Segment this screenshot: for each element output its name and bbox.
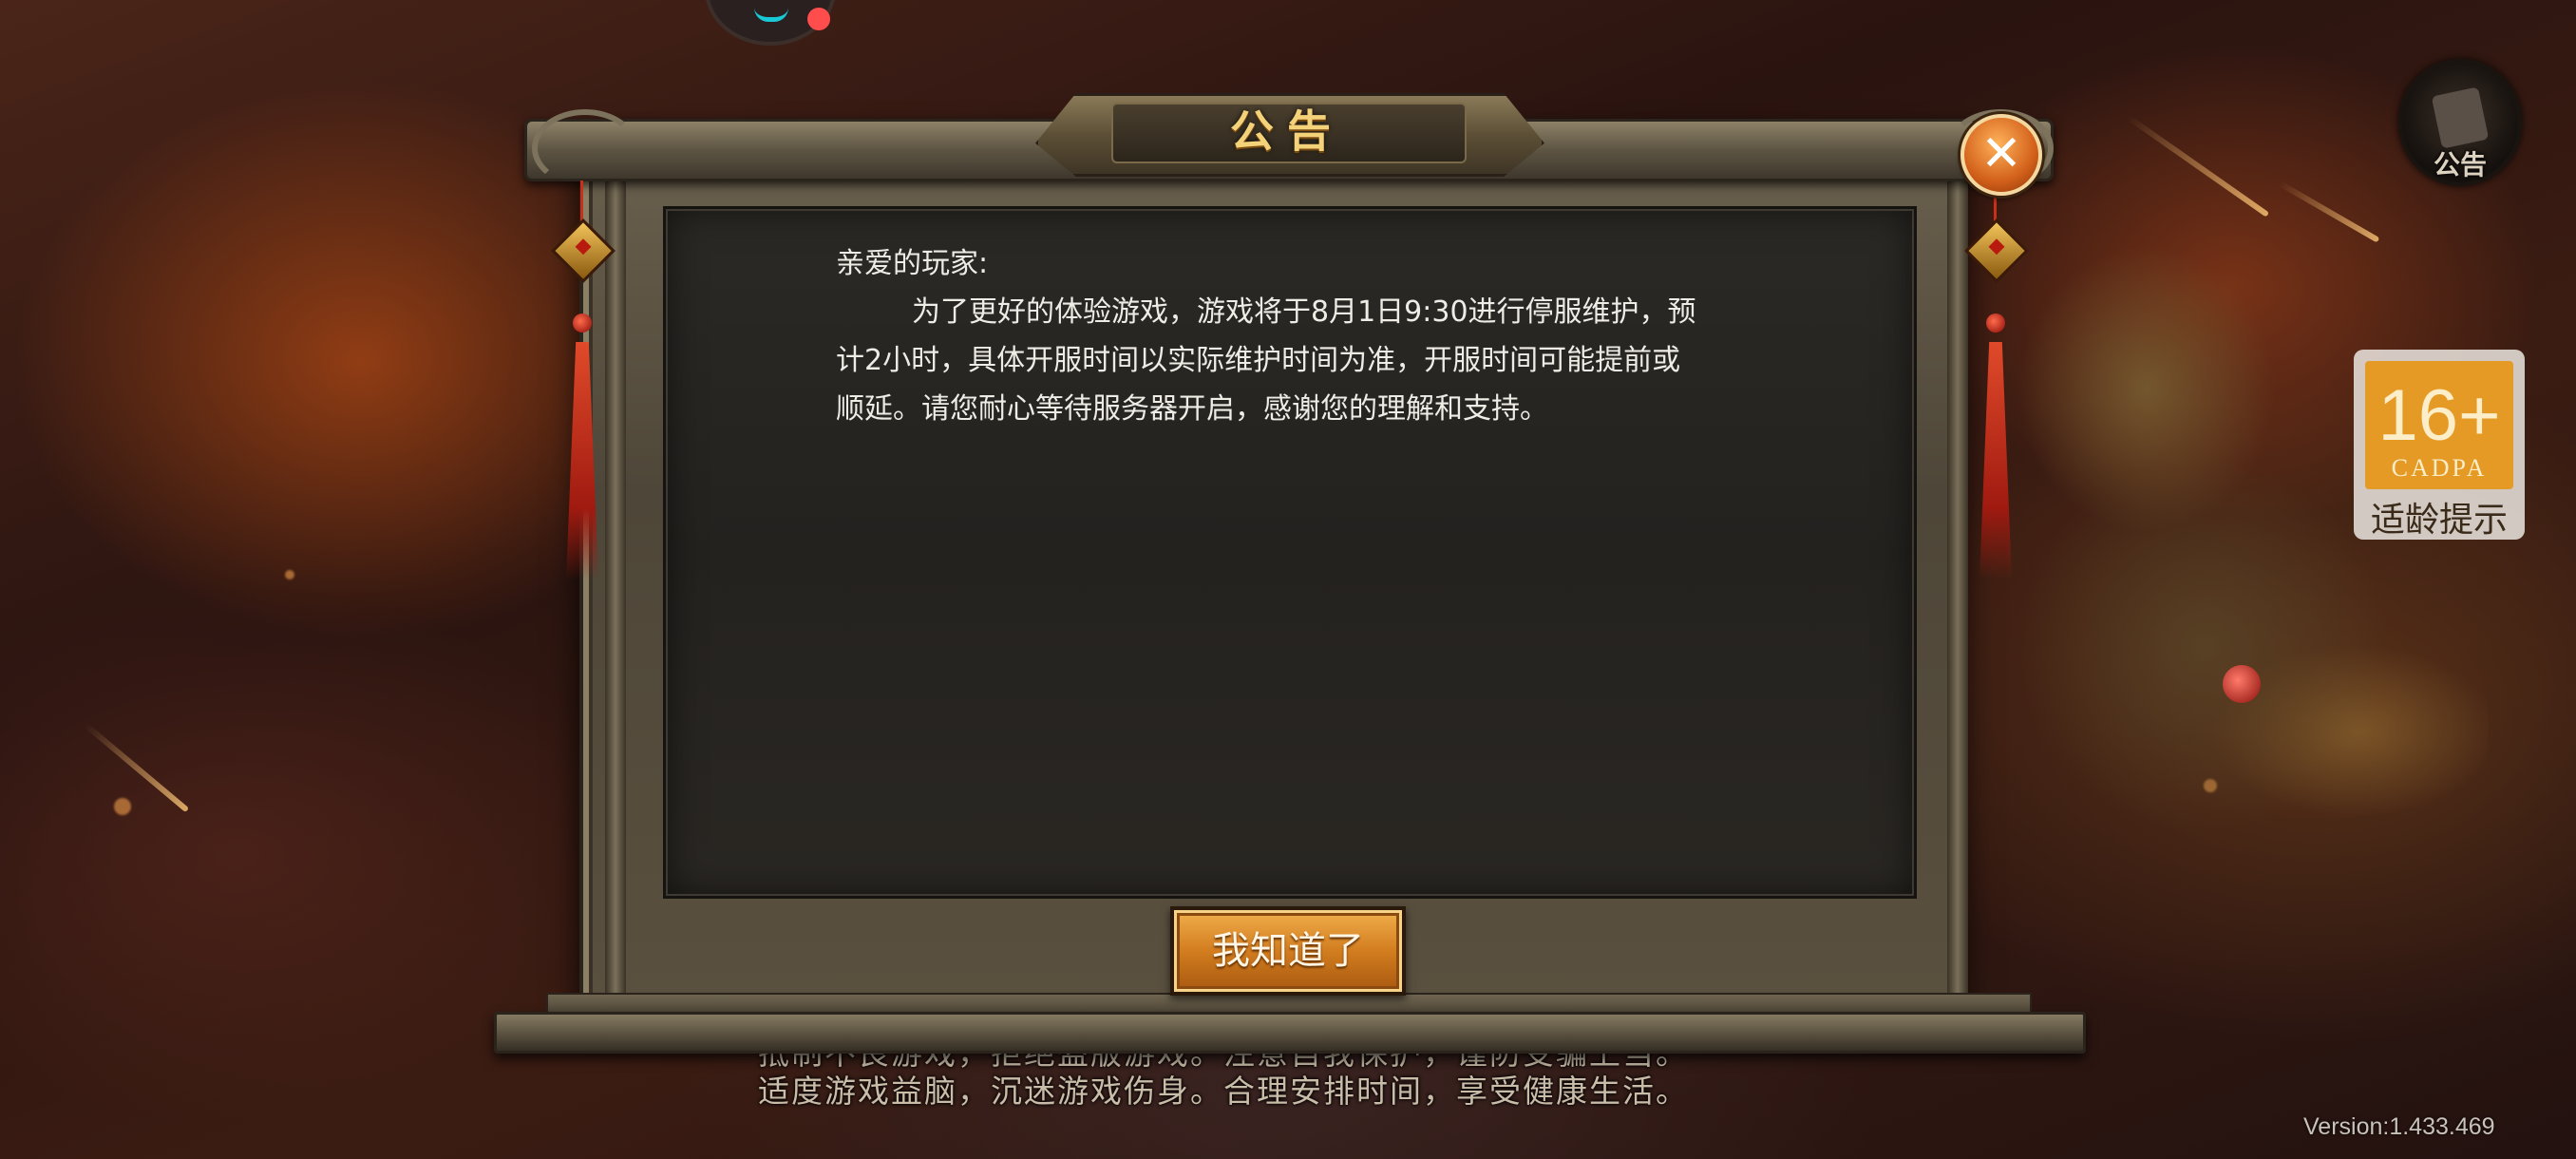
- spark-streak: [2126, 114, 2270, 218]
- age-rating-org: CADPA: [2391, 454, 2488, 482]
- dialog-title: 公告: [1230, 105, 1344, 157]
- announcement-paragraph-line: 为了更好的体验游戏，游戏将于8月1日9:30进行停服维护，预: [912, 295, 1696, 329]
- close-icon: ✕: [1980, 125, 2022, 182]
- version-label: Version:1.433.469: [2303, 1113, 2495, 1140]
- notice-button-label[interactable]: 公告: [2417, 144, 2503, 182]
- game-background: 公告 16+ CADPA 适龄提示 抵制不良游戏，拒绝盗版游戏。注意自我保护，谨…: [0, 0, 2576, 1159]
- tassel-fringe: [1979, 342, 2012, 580]
- tassel-fringe: [566, 342, 598, 580]
- tassel-bead: [1986, 314, 2005, 332]
- health-advice-line: 适度游戏益脑，沉迷游戏伤身。合理安排时间，享受健康生活。: [758, 1073, 1689, 1110]
- announcement-text: 亲爱的玩家: 为了更好的体验游戏，游戏将于8月1日9:30进行停服维护，预 计2…: [836, 239, 1748, 433]
- notification-dot: [807, 8, 830, 30]
- warrior-artwork: [1957, 238, 2489, 902]
- ember-decoration: [285, 570, 294, 580]
- ember-decoration: [114, 798, 131, 815]
- announcement-greeting: 亲爱的玩家:: [836, 247, 989, 280]
- spark-streak: [84, 722, 190, 813]
- tassel-ornament-right: [1962, 180, 2029, 580]
- scroll-icon: [2431, 86, 2490, 149]
- tassel-ornament-left: [549, 180, 616, 580]
- spark-streak: [2278, 180, 2380, 243]
- armor-gem: [2223, 665, 2261, 703]
- age-rating-plate: 16+ CADPA: [2365, 361, 2513, 489]
- frame-ornament-left: [532, 109, 638, 187]
- diamond-ornament-icon: [1964, 218, 2029, 283]
- close-button[interactable]: ✕: [1960, 114, 2042, 196]
- tassel-bead: [573, 314, 592, 332]
- diamond-ornament-icon: [551, 218, 616, 283]
- frame-bottom-beam: [494, 1012, 2086, 1054]
- announcement-paragraph-line: 顺延。请您耐心等待服务器开启，感谢您的理解和支持。: [836, 392, 1548, 426]
- acknowledge-button[interactable]: 我知道了: [1170, 906, 1406, 996]
- loading-arc-icon: [754, 8, 788, 22]
- announcement-paragraph-line: 计2小时，具体开服时间以实际维护时间为准，开服时间可能提前或: [836, 344, 1681, 377]
- age-rating-badge[interactable]: 16+ CADPA 适龄提示: [2354, 350, 2525, 540]
- age-rating-number: 16+: [2377, 375, 2501, 456]
- age-rating-label: 适龄提示: [2370, 501, 2508, 540]
